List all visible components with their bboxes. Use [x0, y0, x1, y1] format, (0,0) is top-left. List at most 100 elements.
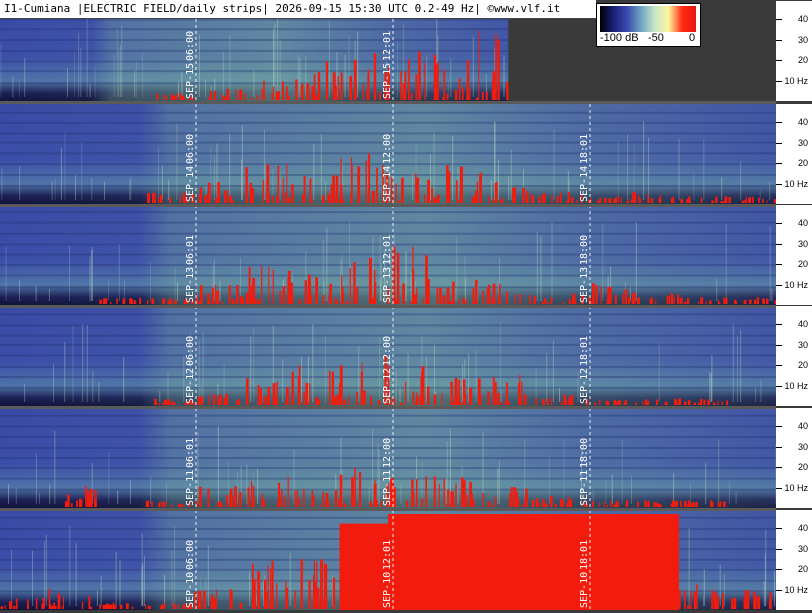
red-spike — [753, 299, 757, 304]
red-spike — [157, 96, 159, 100]
red-spike — [651, 296, 653, 304]
colorbar-label-mid: -50 — [648, 32, 664, 44]
tick-label: 40 — [797, 117, 808, 128]
red-spike — [450, 491, 453, 507]
red-spike — [171, 504, 173, 507]
spectral-streak — [457, 487, 459, 504]
red-spike — [165, 95, 168, 100]
red-spike — [208, 299, 211, 304]
red-spike — [467, 300, 468, 304]
red-spike — [439, 287, 442, 304]
red-spike — [433, 196, 436, 203]
red-spike — [711, 502, 714, 507]
spectral-streak — [426, 55, 428, 97]
red-spike — [168, 299, 171, 304]
red-spike — [454, 89, 458, 100]
spectral-streak — [108, 452, 110, 504]
spectral-streak — [602, 222, 604, 301]
spectral-streak — [633, 143, 635, 200]
spectral-streak — [0, 43, 2, 97]
frequency-axis-sep-12: 10 Hz 20 30 40 — [776, 306, 812, 406]
red-spike — [357, 166, 361, 203]
spectral-streak — [678, 139, 680, 200]
red-spike — [253, 579, 256, 609]
red-spike — [309, 383, 311, 405]
red-spike — [716, 599, 718, 609]
spectral-streak — [119, 559, 121, 606]
red-spike — [684, 590, 686, 609]
red-spike — [336, 300, 339, 304]
spectral-streak — [256, 595, 258, 606]
red-spike — [402, 283, 405, 304]
red-spike — [300, 559, 303, 609]
red-spike — [133, 300, 136, 304]
red-spike — [452, 281, 455, 304]
red-spike — [524, 394, 527, 405]
red-spike — [599, 197, 602, 203]
red-spike — [286, 163, 288, 203]
tick-label: 20 — [797, 564, 808, 575]
red-spike — [276, 91, 280, 100]
red-spike — [620, 197, 622, 203]
spectral-streak — [379, 280, 381, 301]
red-spike — [369, 272, 371, 304]
red-spike — [752, 196, 754, 203]
red-spike — [373, 53, 377, 100]
red-spike — [158, 402, 160, 405]
red-spike — [471, 500, 475, 507]
spectral-streak — [72, 325, 74, 402]
spectral-streak — [177, 81, 179, 97]
red-spike — [313, 73, 316, 100]
red-spike — [415, 74, 418, 100]
red-spike — [242, 297, 245, 304]
red-spike — [285, 399, 288, 405]
red-spike — [618, 400, 621, 405]
frequency-axis-sep-10: 10 Hz 20 30 40 — [776, 510, 812, 610]
date-label: SEP-10 — [185, 572, 196, 608]
spectral-streak — [425, 356, 427, 402]
red-spike — [698, 301, 700, 304]
red-spike — [507, 401, 510, 405]
spectral-streak — [716, 278, 718, 301]
red-spike — [699, 399, 703, 405]
red-spike — [165, 502, 167, 507]
spectral-streak — [501, 390, 503, 402]
spectral-streak — [298, 54, 300, 97]
red-spike — [255, 298, 257, 304]
red-spike — [247, 487, 250, 507]
red-spike — [443, 478, 445, 507]
red-spike — [203, 590, 206, 609]
red-spike — [438, 484, 440, 507]
red-spike — [711, 594, 713, 609]
spectral-streak — [643, 121, 645, 200]
red-spike — [154, 398, 156, 405]
tick-mark — [776, 426, 782, 428]
red-spike — [351, 164, 353, 203]
red-spike — [325, 61, 329, 100]
red-spike — [114, 605, 117, 609]
red-spike — [271, 560, 274, 609]
red-spike — [488, 195, 490, 203]
red-spike — [300, 86, 303, 100]
red-spike — [164, 603, 166, 609]
red-spike — [606, 504, 609, 507]
spectral-streak — [378, 450, 380, 504]
red-spike — [122, 298, 126, 304]
red-spike — [592, 287, 595, 304]
red-spike — [596, 200, 599, 203]
date-label: SEP-13 — [185, 267, 196, 303]
colorbar-legend: -100 dB -50 0 — [596, 3, 701, 47]
red-spike — [306, 83, 310, 100]
red-spike — [543, 298, 547, 304]
red-spike — [717, 502, 720, 507]
red-spike — [42, 599, 45, 609]
red-spike — [722, 501, 726, 507]
spectral-streak — [709, 371, 711, 402]
red-spike — [400, 402, 403, 405]
red-spike — [766, 200, 768, 203]
red-spike — [299, 299, 302, 304]
red-spike — [462, 87, 464, 100]
red-spike — [635, 402, 637, 405]
spectral-streak — [605, 479, 607, 504]
spectral-streak — [325, 182, 327, 200]
